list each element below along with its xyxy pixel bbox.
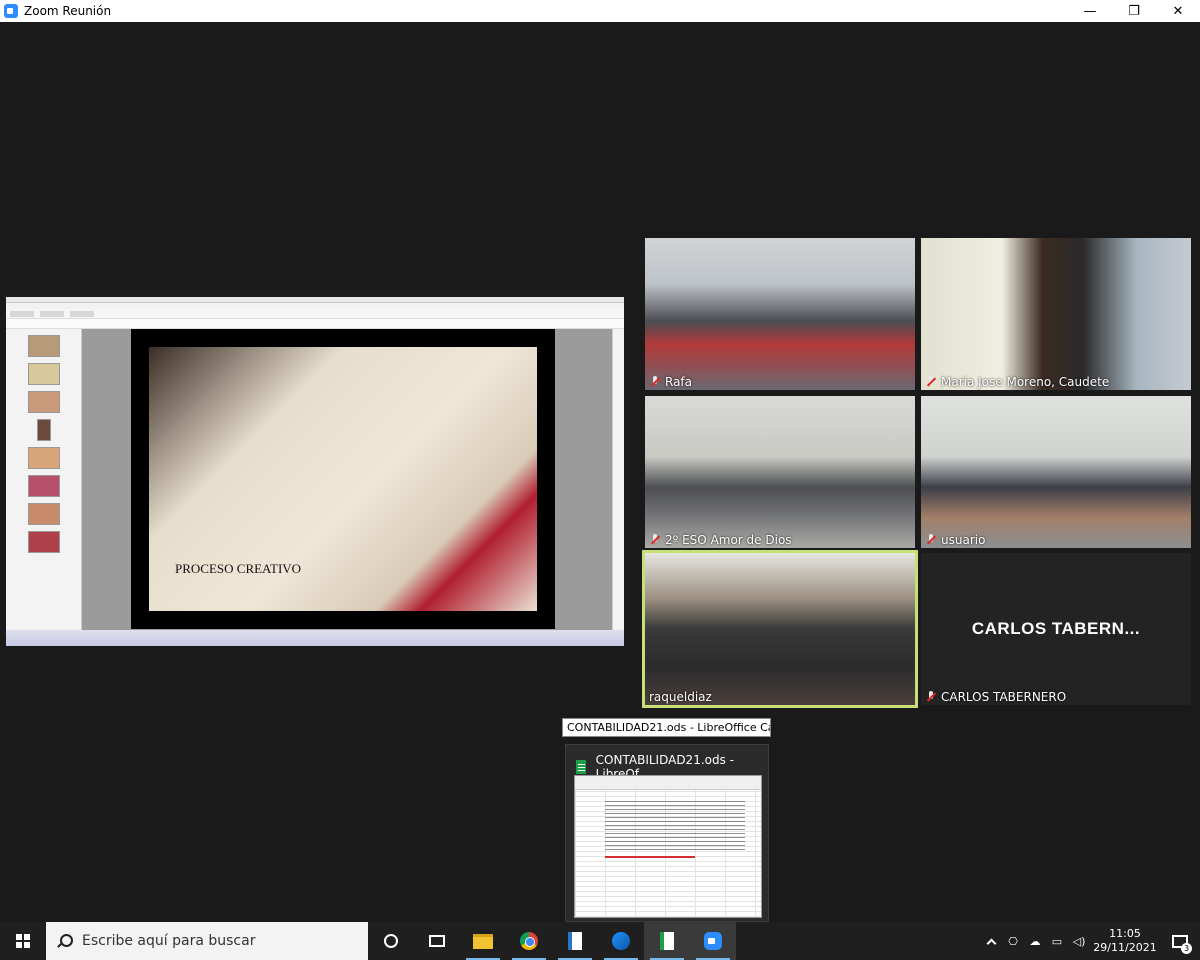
shared-screen[interactable]: PROCESO CREATIVO: [6, 297, 624, 646]
page-thumbnail: [28, 447, 60, 469]
page-thumbnail: [28, 503, 60, 525]
muted-mic-icon: [925, 376, 937, 388]
task-view-icon: [429, 935, 445, 947]
minimize-button[interactable]: —: [1068, 0, 1112, 22]
slide-caption: PROCESO CREATIVO: [175, 561, 302, 576]
shared-tab: [40, 310, 64, 317]
zoom-icon: [704, 932, 722, 950]
spreadsheet-content: [605, 800, 745, 850]
document-area: PROCESO CREATIVO: [82, 329, 612, 630]
action-center-button[interactable]: 3: [1160, 922, 1200, 960]
video-tile-raqueldiaz[interactable]: raqueldiaz: [642, 550, 918, 708]
file-explorer-icon: [473, 933, 493, 949]
participant-label: Maria Jose Moreno, Caudete: [925, 375, 1109, 389]
calc-icon: [576, 760, 586, 774]
video-feed: [645, 553, 915, 705]
taskbar-window-preview[interactable]: CONTABILIDAD21.ods - LibreOf...: [565, 744, 769, 922]
video-feed: [921, 396, 1191, 548]
page-thumbnail: [28, 363, 60, 385]
page-thumbnail: [28, 391, 60, 413]
participant-label: CARLOS TABERNERO: [925, 690, 1066, 704]
volume-icon[interactable]: ◁): [1068, 922, 1090, 960]
muted-mic-icon: [649, 534, 661, 546]
preview-thumbnail[interactable]: [574, 775, 762, 918]
shared-app-toolbar: [6, 319, 624, 329]
device-tray-icon[interactable]: ⎔: [1002, 922, 1024, 960]
cortana-icon: [384, 934, 398, 948]
shared-app-body: PROCESO CREATIVO: [6, 329, 624, 630]
video-tile-usuario[interactable]: usuario: [921, 396, 1191, 548]
participant-label: Rafa: [649, 375, 692, 389]
taskbar-search[interactable]: Escribe aquí para buscar: [46, 922, 368, 960]
page-thumbnail: [28, 531, 60, 553]
clock-time: 11:05: [1109, 927, 1141, 940]
edge-icon: [612, 932, 630, 950]
video-feed: [645, 238, 915, 390]
spreadsheet-red-text: [605, 856, 695, 858]
shared-app-tabs: [6, 309, 624, 319]
cortana-button[interactable]: [368, 922, 414, 960]
page-thumbnail: [28, 335, 60, 357]
tools-rail: [612, 329, 624, 630]
page-thumbnails-pane: [6, 329, 82, 630]
video-tile-maria-jose[interactable]: Maria Jose Moreno, Caudete: [921, 238, 1191, 390]
restore-button[interactable]: ❐: [1112, 0, 1156, 22]
video-tile-carlos[interactable]: CARLOS TABERN... CARLOS TABERNERO: [921, 553, 1191, 705]
participant-label: raqueldiaz: [649, 690, 712, 704]
writer-icon: [568, 932, 582, 950]
edge-button[interactable]: [598, 922, 644, 960]
participant-label: 2º ESO Amor de Dios: [649, 533, 792, 547]
participant-name: usuario: [941, 533, 986, 547]
participant-name: raqueldiaz: [649, 690, 712, 704]
taskbar-clock[interactable]: 11:05 29/11/2021: [1090, 927, 1160, 955]
title-bar: Zoom Reunión — ❐ ✕: [0, 0, 1200, 22]
participant-name: Rafa: [665, 375, 693, 389]
page-thumbnail: [37, 419, 51, 441]
onedrive-icon[interactable]: ☁: [1024, 922, 1046, 960]
muted-mic-icon: [649, 376, 661, 388]
system-tray: ⎔ ☁ ▭ ◁) 11:05 29/11/2021 3: [980, 922, 1200, 960]
windows-logo-icon: [16, 934, 30, 948]
shared-tab: [10, 310, 34, 317]
muted-mic-icon: [925, 691, 937, 703]
chrome-icon: [520, 932, 538, 950]
calc-button[interactable]: [644, 922, 690, 960]
clock-date: 29/11/2021: [1093, 941, 1157, 954]
participant-label: usuario: [925, 533, 985, 547]
close-button[interactable]: ✕: [1156, 0, 1200, 22]
search-icon: [56, 933, 73, 949]
windows-taskbar: Escribe aquí para buscar ⎔ ☁ ▭ ◁) 11:05 …: [0, 922, 1200, 960]
network-icon[interactable]: ▭: [1046, 922, 1068, 960]
video-tile-2eso[interactable]: 2º ESO Amor de Dios: [645, 396, 915, 548]
calc-icon: [660, 932, 674, 950]
muted-mic-icon: [925, 534, 937, 546]
writer-button[interactable]: [552, 922, 598, 960]
file-explorer-button[interactable]: [460, 922, 506, 960]
task-view-button[interactable]: [414, 922, 460, 960]
shared-tab: [70, 310, 94, 317]
video-feed: [645, 396, 915, 548]
slide-image: PROCESO CREATIVO: [149, 347, 537, 611]
chrome-button[interactable]: [506, 922, 552, 960]
participant-name: 2º ESO Amor de Dios: [665, 533, 792, 547]
presentation-slide: PROCESO CREATIVO: [131, 329, 555, 629]
start-button[interactable]: [0, 922, 46, 960]
zoom-button[interactable]: [690, 922, 736, 960]
zoom-app-icon: [4, 4, 18, 18]
search-placeholder: Escribe aquí para buscar: [82, 933, 256, 949]
participant-display-name: CARLOS TABERN...: [971, 619, 1141, 638]
window-title: Zoom Reunión: [24, 4, 112, 18]
video-tile-rafa[interactable]: Rafa: [645, 238, 915, 390]
video-feed: [921, 238, 1191, 390]
chevron-up-icon: [986, 938, 996, 948]
shared-dock: [6, 630, 624, 646]
participant-name: CARLOS TABERNERO: [941, 690, 1067, 704]
notification-count: 3: [1181, 943, 1192, 954]
window-controls: — ❐ ✕: [1068, 0, 1200, 22]
show-hidden-icons-button[interactable]: [980, 922, 1002, 960]
taskbar-tooltip: CONTABILIDAD21.ods - LibreOffice Calc: [562, 718, 771, 737]
participant-name: Maria Jose Moreno, Caudete: [941, 375, 1110, 389]
page-thumbnail: [28, 475, 60, 497]
spreadsheet-header: [575, 776, 761, 790]
